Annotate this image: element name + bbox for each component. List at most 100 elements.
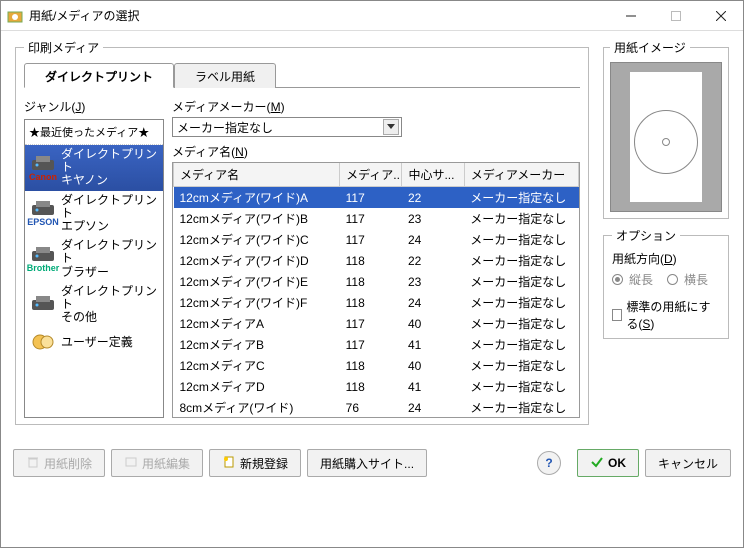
table-cell: 12cmメディアB bbox=[174, 334, 340, 355]
col-media-name[interactable]: メディア名 bbox=[174, 163, 340, 187]
genre-item-label: ダイレクトプリントエプソン bbox=[61, 194, 159, 234]
dialog-body: 印刷メディア ダイレクトプリント ラベル用紙 ジャンル(J) ★最近使ったメディ… bbox=[1, 31, 743, 547]
table-row[interactable]: 12cmメディア(ワイド)E11823メーカー指定なし bbox=[174, 271, 579, 292]
table-cell: 12cmメディアD bbox=[174, 376, 340, 397]
table-cell: 41 bbox=[402, 376, 464, 397]
table-cell: メーカー指定なし bbox=[464, 271, 578, 292]
table-row[interactable]: 12cmメディアC11840メーカー指定なし bbox=[174, 355, 579, 376]
genre-item[interactable]: ダイレクトプリントその他 bbox=[25, 282, 163, 328]
paper-preview-legend: 用紙イメージ bbox=[610, 39, 690, 56]
cancel-button[interactable]: キャンセル bbox=[645, 449, 731, 477]
table-cell: 40 bbox=[402, 355, 464, 376]
genre-item-label: ダイレクトプリントその他 bbox=[61, 285, 159, 325]
help-button[interactable]: ? bbox=[537, 451, 561, 475]
paper-preview-group: 用紙イメージ bbox=[603, 39, 729, 219]
radio-portrait bbox=[612, 274, 623, 285]
help-icon: ? bbox=[545, 456, 552, 470]
table-cell: 117 bbox=[340, 187, 402, 209]
genre-item[interactable]: EPSONダイレクトプリントエプソン bbox=[25, 191, 163, 237]
brand-label: EPSON bbox=[27, 217, 59, 227]
print-media-legend: 印刷メディア bbox=[24, 39, 103, 56]
chevron-down-icon bbox=[383, 119, 399, 135]
edit-icon bbox=[124, 455, 138, 472]
table-cell: 12cmメディア(ワイド)D bbox=[174, 250, 340, 271]
table-row[interactable]: 12cmメディア(ワイド)A11722メーカー指定なし bbox=[174, 187, 579, 209]
window-title: 用紙/メディアの選択 bbox=[29, 7, 608, 24]
table-cell: メーカー指定なし bbox=[464, 187, 578, 209]
media-name-label: メディア名(N) bbox=[172, 143, 580, 160]
table-cell: 24 bbox=[402, 229, 464, 250]
genre-recent-header: ★最近使ったメディア★ bbox=[25, 120, 163, 145]
table-cell: メーカー指定なし bbox=[464, 250, 578, 271]
print-media-group: 印刷メディア ダイレクトプリント ラベル用紙 ジャンル(J) ★最近使ったメディ… bbox=[15, 39, 589, 425]
media-maker-label: メディアメーカー(M) bbox=[172, 98, 580, 115]
media-tabs: ダイレクトプリント ラベル用紙 bbox=[24, 62, 580, 88]
table-cell: メーカー指定なし bbox=[464, 208, 578, 229]
table-row[interactable]: 12cmメディア(ワイド)B11723メーカー指定なし bbox=[174, 208, 579, 229]
table-row[interactable]: 12cmメディアD11841メーカー指定なし bbox=[174, 376, 579, 397]
table-cell: 118 bbox=[340, 376, 402, 397]
table-row[interactable]: 12cmメディア(ワイド)D11822メーカー指定なし bbox=[174, 250, 579, 271]
trash-icon bbox=[26, 455, 40, 472]
minimize-button[interactable] bbox=[608, 1, 653, 30]
delete-paper-button: 用紙削除 bbox=[13, 449, 105, 477]
table-cell: 23 bbox=[402, 271, 464, 292]
edit-paper-button: 用紙編集 bbox=[111, 449, 203, 477]
media-table[interactable]: メディア名 メディア... 中心サ... メディアメーカー 12cmメディア(ワ… bbox=[172, 162, 580, 418]
table-cell: メーカー指定なし bbox=[464, 334, 578, 355]
genre-item[interactable]: ユーザー定義 bbox=[25, 327, 163, 357]
standard-paper-label: 標準の用紙にする(S) bbox=[626, 298, 720, 332]
genre-list[interactable]: ★最近使ったメディア★ CanonダイレクトプリントキヤノンEPSONダイレクト… bbox=[24, 119, 164, 418]
tab-direct-print[interactable]: ダイレクトプリント bbox=[24, 63, 174, 88]
table-row[interactable]: 12cmメディア(ワイド)F11824メーカー指定なし bbox=[174, 292, 579, 313]
options-legend: オプション bbox=[612, 227, 680, 244]
table-cell: 22 bbox=[402, 187, 464, 209]
tab-label-paper[interactable]: ラベル用紙 bbox=[174, 63, 276, 88]
table-row[interactable]: 8cmメディア(ワイド)7624メーカー指定なし bbox=[174, 397, 579, 418]
media-maker-selected: メーカー指定なし bbox=[177, 119, 273, 136]
right-pane: 用紙イメージ オプション 用紙方向(D) 縦長 bbox=[601, 39, 731, 439]
table-row[interactable]: 12cmメディアA11740メーカー指定なし bbox=[174, 313, 579, 334]
radio-landscape bbox=[667, 274, 678, 285]
orientation-label: 用紙方向(D) bbox=[612, 250, 720, 267]
genre-item-label: ダイレクトプリントブラザー bbox=[61, 239, 159, 279]
brand-label: Brother bbox=[27, 263, 60, 273]
table-cell: 117 bbox=[340, 229, 402, 250]
table-cell: 40 bbox=[402, 313, 464, 334]
genre-item-label: ユーザー定義 bbox=[61, 336, 133, 349]
genre-item[interactable]: Brotherダイレクトプリントブラザー bbox=[25, 236, 163, 282]
table-cell: 22 bbox=[402, 250, 464, 271]
col-media[interactable]: メディア... bbox=[340, 163, 402, 187]
genre-item[interactable]: Canon ダイレクトプリントキヤノン bbox=[25, 145, 163, 191]
table-cell: 41 bbox=[402, 334, 464, 355]
table-header-row: メディア名 メディア... 中心サ... メディアメーカー bbox=[174, 163, 579, 187]
table-cell: 118 bbox=[340, 271, 402, 292]
printer-icon: Canon bbox=[29, 154, 57, 182]
close-button[interactable] bbox=[698, 1, 743, 30]
table-cell: 118 bbox=[340, 250, 402, 271]
new-paper-button[interactable]: 新規登録 bbox=[209, 449, 301, 477]
brand-label: Canon bbox=[29, 172, 57, 182]
table-cell: 12cmメディア(ワイド)B bbox=[174, 208, 340, 229]
printer-icon: EPSON bbox=[29, 199, 57, 227]
table-cell: 12cmメディア(ワイド)E bbox=[174, 271, 340, 292]
standard-paper-checkbox[interactable] bbox=[612, 309, 622, 321]
purchase-site-button[interactable]: 用紙購入サイト... bbox=[307, 449, 427, 477]
table-cell: 118 bbox=[340, 292, 402, 313]
paper-preview bbox=[610, 62, 722, 212]
new-icon bbox=[222, 455, 236, 472]
radio-landscape-label: 横長 bbox=[684, 271, 708, 288]
table-row[interactable]: 12cmメディア(ワイド)C11724メーカー指定なし bbox=[174, 229, 579, 250]
user-icon bbox=[29, 331, 57, 353]
media-maker-select[interactable]: メーカー指定なし bbox=[172, 117, 402, 137]
check-icon bbox=[590, 455, 604, 472]
options-group: オプション 用紙方向(D) 縦長 横長 標準の用紙にする(S) bbox=[603, 227, 729, 339]
col-center[interactable]: 中心サ... bbox=[402, 163, 464, 187]
ok-button[interactable]: OK bbox=[577, 449, 639, 477]
table-row[interactable]: 12cmメディアB11741メーカー指定なし bbox=[174, 334, 579, 355]
col-maker[interactable]: メディアメーカー bbox=[464, 163, 578, 187]
genre-item-label: ダイレクトプリントキヤノン bbox=[61, 148, 159, 188]
table-cell: 12cmメディアA bbox=[174, 313, 340, 334]
titlebar: 用紙/メディアの選択 bbox=[1, 1, 743, 31]
table-cell: 8cmメディア(ワイド) bbox=[174, 397, 340, 418]
